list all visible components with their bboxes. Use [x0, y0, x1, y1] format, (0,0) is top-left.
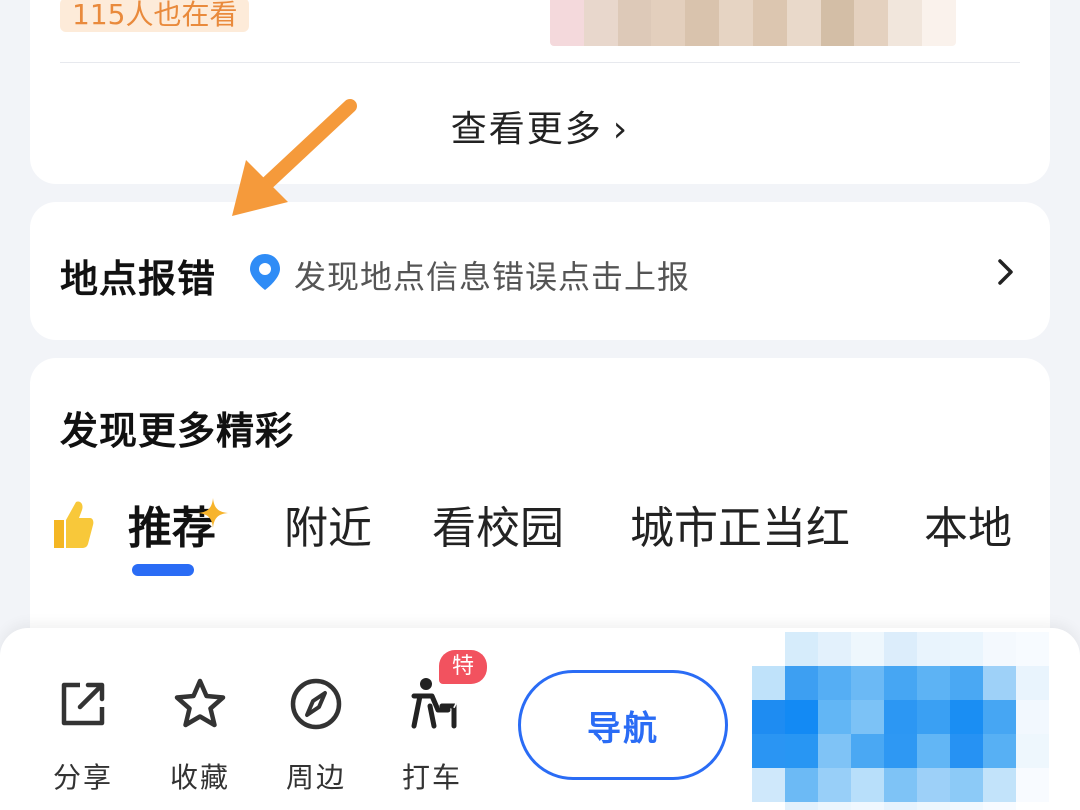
divider — [60, 62, 1020, 63]
compass-icon — [290, 678, 342, 730]
taxi-button[interactable]: 特惠 打车 — [377, 650, 487, 796]
share-icon — [61, 682, 105, 726]
chevron-right-icon — [998, 259, 1013, 285]
star-icon — [174, 678, 226, 728]
tab-local[interactable]: 本地 — [924, 492, 1012, 556]
location-report-row[interactable]: 地点报错 发现地点信息错误点击上报 — [30, 202, 1050, 340]
see-more-button[interactable]: 查看更多 › — [30, 100, 1050, 152]
share-label: 分享 — [52, 761, 113, 794]
nearby-label: 周边 — [285, 761, 346, 794]
special-offer-badge: 特惠 — [439, 650, 487, 713]
active-tab-indicator — [132, 564, 194, 576]
location-pin-icon — [250, 254, 280, 290]
favorite-button[interactable]: 收藏 — [145, 672, 255, 796]
chevron-right-icon: › — [612, 109, 630, 150]
related-card: 115人也在看 查看更多 › — [30, 0, 1050, 184]
taxi-label: 打车 — [401, 761, 462, 794]
tab-city-trending[interactable]: 城市正当红 — [630, 492, 850, 556]
report-description: 发现地点信息错误点击上报 — [294, 258, 691, 296]
nearby-button[interactable]: 周边 — [261, 672, 371, 796]
sparkle-icon — [198, 498, 228, 528]
tab-campus[interactable]: 看校园 — [432, 492, 564, 556]
tab-nearby[interactable]: 附近 — [284, 492, 372, 556]
see-more-label: 查看更多 — [450, 109, 603, 150]
bottom-action-bar: 分享 收藏 周边 特惠 打车 导航 — [0, 628, 1080, 810]
share-button[interactable]: 分享 — [28, 672, 138, 796]
watching-count-badge: 115人也在看 — [60, 0, 250, 32]
favorite-label: 收藏 — [169, 761, 230, 794]
route-button-blurred[interactable] — [752, 632, 1050, 810]
category-tabs: 推荐 附近 看校园 城市正当红 本地 — [48, 492, 1050, 576]
discover-title: 发现更多精彩 — [60, 409, 295, 453]
navigate-button[interactable]: 导航 — [518, 670, 728, 780]
blurred-image — [550, 0, 956, 46]
thumbs-up-icon — [54, 501, 94, 548]
annotation-arrow-icon — [232, 99, 357, 216]
report-title: 地点报错 — [60, 257, 217, 301]
discover-section: 发现更多精彩 推荐 附近 看校园 城市正当红 本地 — [30, 358, 1050, 658]
